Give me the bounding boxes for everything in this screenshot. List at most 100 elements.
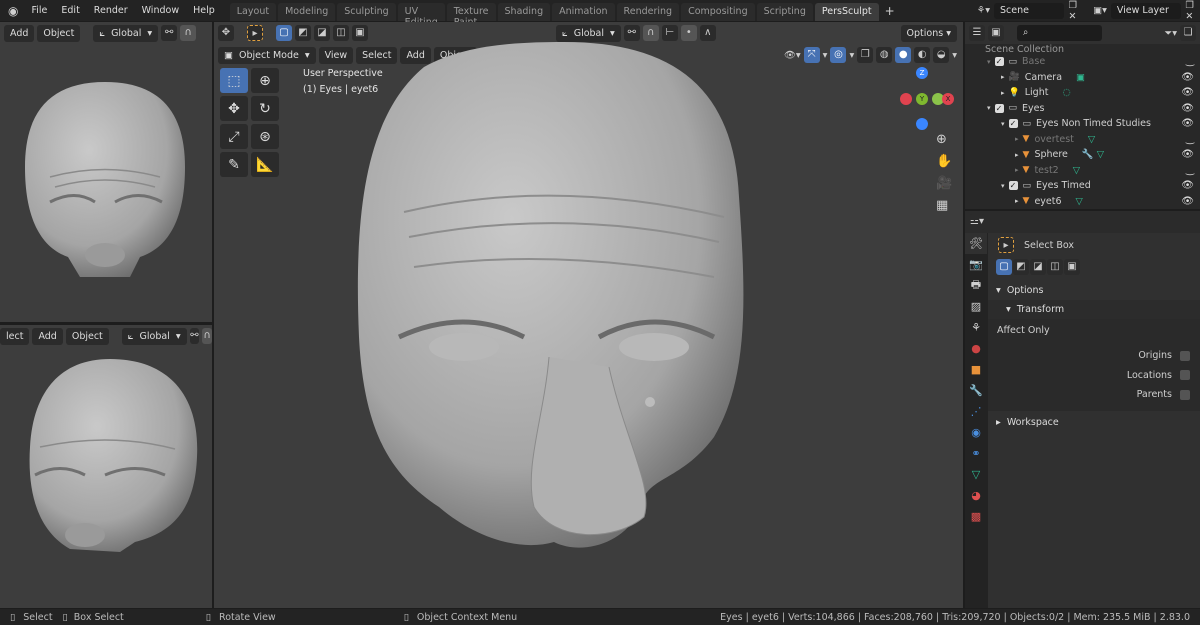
pivot-icon[interactable]: ⚯ (161, 25, 178, 41)
menu-view[interactable]: View (318, 46, 354, 64)
checkbox-row[interactable]: Origins (997, 346, 1190, 366)
blender-logo-icon[interactable]: ◉ (0, 4, 24, 18)
exclude-checkbox[interactable]: ✓ (994, 103, 1004, 113)
menu-select[interactable]: lect (0, 327, 30, 345)
mode-invert-icon[interactable]: ◫ (1047, 259, 1063, 275)
solid-shading-icon[interactable]: ● (895, 47, 912, 63)
exclude-checkbox[interactable]: ✓ (994, 57, 1004, 67)
viewport-top-left[interactable]: Add Object ⟀ Global ▾ ⚯ ∩ (0, 22, 212, 322)
pivot-icon[interactable]: ⚯ (189, 328, 200, 344)
xray-icon[interactable]: ❐ (857, 47, 874, 63)
scene-tab-icon[interactable]: ⚘ (965, 317, 987, 338)
cursor-tool-icon[interactable]: ⊕ (251, 68, 279, 93)
child-branch-icon[interactable]: ▸ (1015, 197, 1019, 205)
child-branch-icon[interactable]: ▸ (1001, 89, 1005, 97)
eye-open-icon[interactable]: 👁 (1181, 103, 1194, 114)
mode-intersect-icon[interactable]: ▣ (1064, 259, 1080, 275)
disclosure-triangle-icon[interactable]: ▾ (987, 58, 991, 66)
gizmo-z-neg[interactable] (916, 118, 928, 130)
move-tool-icon[interactable]: ✥ (220, 96, 248, 121)
disclosure-triangle-icon[interactable]: ▾ (1001, 182, 1005, 190)
eye-open-icon[interactable]: 👁 (1181, 72, 1194, 83)
tab-sculpting[interactable]: Sculpting (337, 3, 396, 21)
wireframe-shading-icon[interactable]: ◍ (876, 47, 893, 63)
object-tab-icon[interactable]: ■ (965, 359, 987, 380)
menu-window[interactable]: Window (135, 5, 186, 16)
mode-subtract-icon[interactable]: ◪ (314, 25, 330, 41)
gizmo-x-neg[interactable] (900, 93, 912, 105)
outliner-item[interactable]: ▾ ✓ ▭ Eyes 👁 (965, 101, 1200, 117)
options-button[interactable]: Options ▾ (900, 24, 957, 42)
checkbox-origins[interactable] (1180, 350, 1190, 361)
tool-tab-icon[interactable]: 🛠 (965, 233, 987, 254)
chevron-down-icon[interactable]: ▾ (849, 50, 854, 61)
view-layer-field[interactable]: View Layer (1110, 2, 1182, 19)
chevron-down-icon[interactable]: ▾ (823, 50, 828, 61)
snap-icon[interactable]: ∩ (180, 25, 197, 41)
checkbox-row[interactable]: Parents (997, 385, 1190, 405)
overlay-toggle-icon[interactable]: ◎ (830, 47, 847, 63)
data-tab-icon[interactable]: ▽ (965, 464, 987, 485)
mode-subtract-icon[interactable]: ◪ (1030, 259, 1046, 275)
world-tab-icon[interactable]: ● (965, 338, 987, 359)
eye-open-icon[interactable]: 👁 (1181, 149, 1194, 160)
outliner-item[interactable]: ▸ ▼ overtest ▽ ‿ (965, 132, 1200, 148)
eye-closed-icon[interactable]: ‿ (1186, 134, 1194, 145)
modifier-tab-icon[interactable]: 🔧 (965, 380, 987, 401)
outliner-item[interactable]: ▾ ✓ ▭ Eyes Non Timed Studies 👁 (965, 116, 1200, 132)
pan-hand-icon[interactable]: ✋ (936, 154, 952, 169)
outliner-item[interactable]: ▾ ✓ ▭ Base ‿ (965, 54, 1200, 70)
child-branch-icon[interactable]: ▸ (1015, 135, 1019, 143)
transform-gizmo-icon[interactable]: ✥ (218, 25, 234, 41)
orientation-dropdown[interactable]: ⟀ Global ▾ (93, 24, 159, 42)
particles-tab-icon[interactable]: ⋰ (965, 401, 987, 422)
scene-icon[interactable]: ⚘▾ (977, 5, 990, 16)
mode-extend-icon[interactable]: ◩ (1013, 259, 1029, 275)
scene-collection-row[interactable]: Scene Collection (965, 44, 1200, 54)
menu-add[interactable]: Add (4, 24, 35, 42)
select-tool-icon[interactable]: ⬚ (220, 68, 248, 93)
mode-new-icon[interactable]: ▢ (276, 25, 292, 41)
outliner-item[interactable]: ▸ ▼ eyet6 ▽ 👁 (965, 194, 1200, 210)
select-box-icon[interactable]: ▸ (998, 237, 1014, 253)
scene-field[interactable]: Scene (993, 2, 1065, 19)
menu-object[interactable]: Object (37, 24, 81, 42)
measure-tool-icon[interactable]: 📐 (251, 152, 279, 177)
checkbox-locations[interactable] (1180, 370, 1190, 381)
tab-scripting[interactable]: Scripting (756, 3, 813, 21)
tab-animation[interactable]: Animation (552, 3, 615, 21)
output-tab-icon[interactable]: 🖶 (965, 275, 987, 296)
menu-file[interactable]: File (24, 5, 54, 16)
options-panel-header[interactable]: ▾ Options (988, 281, 1200, 300)
viewport-bottom-left[interactable]: lect Add Object ⟀ Global ▾ ⚯ ∩ (0, 325, 212, 608)
zoom-icon[interactable]: ⊕ (936, 132, 952, 147)
tab-modeling[interactable]: Modeling (278, 3, 336, 21)
menu-object[interactable]: Object (65, 327, 109, 345)
menu-help[interactable]: Help (186, 5, 222, 16)
physics-tab-icon[interactable]: ◉ (965, 422, 987, 443)
outliner-item[interactable]: ▸ ▼ test2 ▽ ‿ (965, 163, 1200, 179)
eye-open-icon[interactable]: 👁 (1181, 118, 1194, 129)
child-branch-icon[interactable]: ▸ (1001, 73, 1005, 81)
checkbox-row[interactable]: Locations (997, 366, 1190, 386)
scale-tool-icon[interactable]: ⤢ (220, 124, 248, 149)
transform-subpanel-header[interactable]: ▾ Transform (988, 300, 1200, 319)
snap-icon[interactable]: ∩ (202, 328, 212, 344)
material-tab-icon[interactable]: ◕ (965, 485, 987, 506)
gizmo-x-label[interactable]: X (942, 93, 954, 105)
menu-render[interactable]: Render (87, 5, 135, 16)
copy-scene-icon[interactable]: ❐ ✕ (1068, 0, 1083, 22)
disclosure-triangle-icon[interactable]: ▾ (1001, 120, 1005, 128)
mode-dropdown[interactable]: ▣ Object Mode ▾ (218, 46, 316, 64)
outliner-item[interactable]: ▸ 🎥 Camera ▣ 👁 (965, 70, 1200, 86)
copy-view-layer-icon[interactable]: ❐ ✕ (1185, 0, 1200, 22)
tab-layout[interactable]: Layout (229, 3, 277, 21)
annotate-tool-icon[interactable]: ✎ (220, 152, 248, 177)
outliner-item[interactable]: ▸ 💡 Light ◌ 👁 (965, 85, 1200, 101)
tab-rendering[interactable]: Rendering (616, 3, 680, 21)
rendered-shading-icon[interactable]: ◒ (933, 47, 950, 63)
mode-extend-icon[interactable]: ◩ (295, 25, 311, 41)
disclosure-triangle-icon[interactable]: ▾ (987, 104, 991, 112)
navigation-gizmo[interactable]: Y Z X (894, 67, 954, 132)
gizmo-y-label[interactable]: Y (916, 93, 928, 105)
